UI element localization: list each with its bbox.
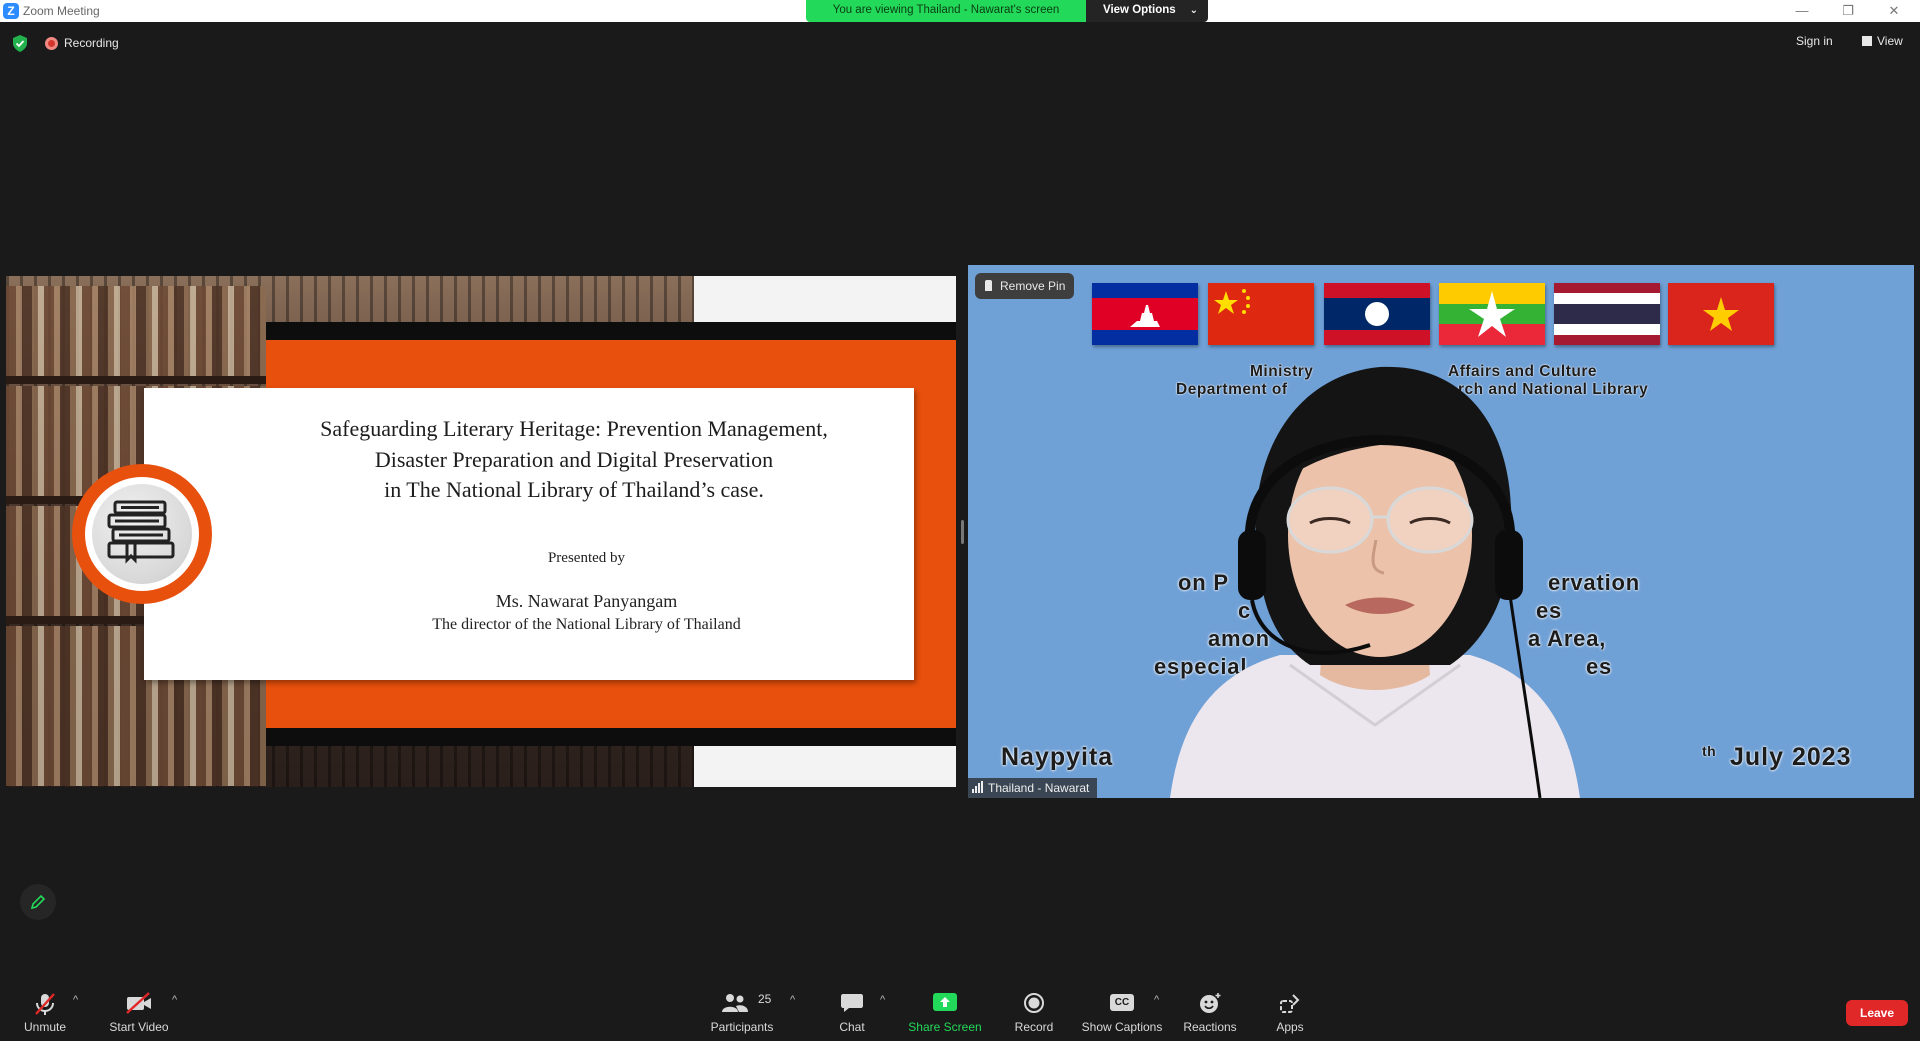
smiley-reaction-icon	[1200, 993, 1221, 1013]
backdrop-text-naypyita: Naypyita	[1001, 743, 1114, 771]
laos-flag-icon	[1324, 283, 1430, 345]
slide-title: Safeguarding Literary Heritage: Preventi…	[320, 416, 828, 502]
chat-bubble-icon	[841, 994, 863, 1012]
restore-button[interactable]: ❐	[1828, 0, 1868, 22]
sign-in-button[interactable]: Sign in	[1796, 34, 1833, 48]
view-label: View	[1877, 34, 1903, 48]
record-button[interactable]: Record	[1008, 986, 1060, 1041]
viewing-screen-banner: You are viewing Thailand - Nawarat's scr…	[806, 0, 1086, 22]
chevron-down-icon: ⌄	[1189, 5, 1198, 16]
remove-pin-label: Remove Pin	[1000, 279, 1066, 293]
backdrop-text-th: th	[1702, 743, 1717, 759]
presenter-name: Ms. Nawarat Panyangam	[495, 591, 678, 611]
participants-count-badge: 25	[758, 992, 772, 1006]
participants-icon	[721, 994, 748, 1012]
backdrop-text-july: July 2023	[1730, 743, 1852, 771]
slide-title-card: Safeguarding Literary Heritage: Preventi…	[144, 388, 914, 680]
show-captions-button[interactable]: CC Show Captions	[1080, 986, 1164, 1041]
slide-black-bar-bottom	[266, 728, 956, 746]
presented-by-label: Presented by	[547, 550, 626, 566]
start-video-button[interactable]: Start Video	[104, 986, 174, 1041]
minimize-button[interactable]: —	[1782, 0, 1822, 22]
slide-black-bar-top	[266, 322, 956, 340]
zoom-logo-icon: Z	[3, 3, 19, 19]
unmute-button[interactable]: Unmute	[14, 986, 76, 1041]
pin-icon	[985, 280, 992, 291]
presenter-role: The director of the National Library of …	[432, 616, 741, 633]
participants-options-caret[interactable]: ^	[790, 994, 795, 1006]
apps-button[interactable]: Apps	[1270, 986, 1310, 1041]
recording-label[interactable]: Recording	[64, 36, 119, 50]
window-title: Zoom Meeting	[23, 4, 100, 18]
reactions-button[interactable]: Reactions	[1180, 986, 1240, 1041]
closed-captions-icon: CC	[1110, 994, 1134, 1011]
speaker-video-tile[interactable]: Ministry Affairs and Culture Department …	[968, 265, 1914, 798]
view-options-label: View Options	[1103, 4, 1176, 16]
view-grid-icon	[1862, 36, 1872, 46]
audio-options-caret[interactable]: ^	[73, 994, 78, 1006]
split-divider-handle[interactable]	[961, 520, 964, 544]
close-button[interactable]: ✕	[1874, 0, 1914, 22]
chat-button[interactable]: Chat	[830, 986, 874, 1041]
apps-icon	[1280, 994, 1300, 1013]
shared-screen-slide: Safeguarding Literary Heritage: Preventi…	[6, 276, 956, 787]
books-stack-icon	[107, 500, 175, 564]
vietnam-flag-icon	[1668, 283, 1774, 345]
annotate-button[interactable]	[20, 884, 56, 920]
speaker-person-image	[1170, 366, 1580, 798]
myanmar-flag-icon	[1439, 283, 1545, 345]
pencil-icon	[30, 894, 46, 910]
share-screen-button[interactable]: Share Screen	[906, 986, 984, 1041]
thailand-flag-icon	[1554, 283, 1660, 345]
captions-options-caret[interactable]: ^	[1154, 994, 1159, 1006]
cambodia-flag-icon	[1092, 283, 1198, 345]
remove-pin-button[interactable]: Remove Pin	[975, 273, 1075, 299]
record-icon	[1024, 993, 1044, 1013]
books-badge	[72, 464, 212, 604]
recording-dot-icon	[45, 37, 58, 50]
participant-name: Thailand - Nawarat	[988, 781, 1090, 795]
video-options-caret[interactable]: ^	[172, 994, 177, 1006]
view-button[interactable]: View	[1862, 34, 1903, 48]
signal-strength-icon	[972, 779, 984, 798]
meeting-toolbar: Unmute ^ Start Video ^ Participants 25 ^…	[0, 986, 1920, 1041]
security-shield-icon[interactable]	[12, 35, 28, 52]
leave-meeting-button[interactable]: Leave	[1846, 1000, 1908, 1026]
video-off-icon	[126, 992, 151, 1014]
view-options-button[interactable]: View Options ⌄	[1086, 0, 1208, 22]
participant-name-tag: Thailand - Nawarat	[968, 778, 1098, 798]
share-screen-icon	[933, 993, 957, 1011]
chat-options-caret[interactable]: ^	[880, 994, 885, 1006]
muted-microphone-icon	[35, 993, 55, 1015]
china-flag-icon	[1208, 283, 1314, 345]
